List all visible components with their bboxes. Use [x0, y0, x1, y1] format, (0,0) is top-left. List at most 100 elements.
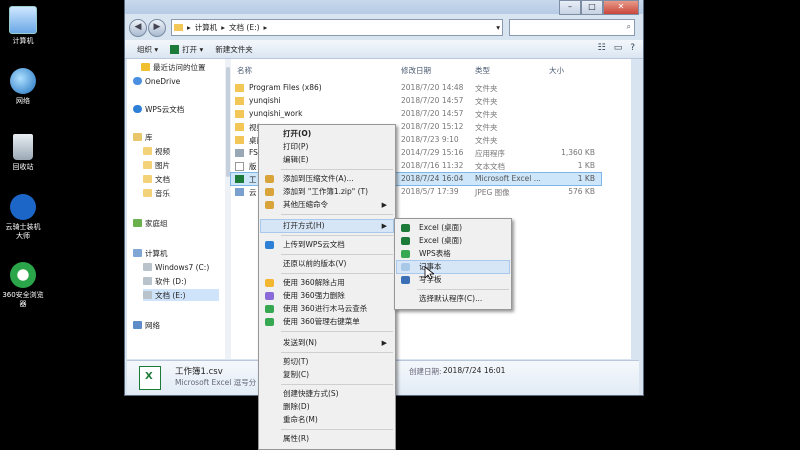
menu-item-label: Excel (桌面) — [419, 223, 463, 232]
address-row: ◀ ▶ ▸ 计算机 ▸ 文档 (E:) ▸ ▾ ⌕ — [125, 16, 643, 38]
zip-icon — [265, 175, 274, 183]
organize-button[interactable]: 组织 ▾ — [137, 44, 158, 55]
file-type: 文件夹 — [475, 97, 498, 106]
breadcrumb-separator: ▸ — [263, 23, 268, 32]
open-with-wps-sheet[interactable]: WPS表格 — [397, 248, 509, 260]
nav-item-network[interactable]: 网络 — [133, 319, 160, 331]
file-type: 文件夹 — [475, 110, 498, 119]
wordpad-icon — [401, 276, 410, 284]
close-button[interactable]: ✕ — [603, 0, 639, 15]
menu-item-label: 使用 360管理右键菜单 — [283, 317, 360, 326]
column-header-size[interactable]: 大小 — [549, 65, 564, 77]
preview-pane-icon[interactable]: ▭ — [614, 43, 623, 53]
scroll-thumb[interactable] — [226, 67, 230, 177]
menu-item-add-to-archive[interactable]: 添加到压缩文件(A)... — [261, 173, 393, 185]
menu-item-other-compress[interactable]: 其他压缩命令 ▶ — [261, 199, 393, 211]
menu-item-upload-wps[interactable]: 上传到WPS云文档 — [261, 239, 393, 251]
file-modified: 2018/7/24 16:04 — [401, 174, 464, 183]
menu-item-open[interactable]: 打开(O) — [261, 128, 393, 140]
nav-item-music[interactable]: 音乐 — [143, 187, 170, 199]
nav-item-drive-d[interactable]: 软件 (D:) — [143, 275, 187, 287]
nav-item-videos[interactable]: 视频 — [143, 145, 170, 157]
menu-separator — [281, 384, 393, 385]
menu-item-add-to-zip[interactable]: 添加到 "工作簿1.zip" (T) — [261, 186, 393, 198]
file-type: 文件夹 — [475, 136, 498, 145]
chevron-down-icon[interactable]: ▾ — [496, 23, 500, 32]
column-header-type[interactable]: 类型 — [475, 65, 490, 77]
file-type: JPEG 图像 — [475, 188, 510, 197]
new-folder-button[interactable]: 新建文件夹 — [215, 44, 253, 55]
menu-item-label: Excel (桌面) — [419, 236, 463, 245]
open-with-excel-2[interactable]: Excel (桌面) — [397, 235, 509, 247]
menu-item-360-manage-menu[interactable]: 使用 360管理右键菜单 — [261, 316, 393, 328]
open-with-excel-1[interactable]: Excel (桌面) — [397, 222, 509, 234]
help-icon[interactable]: ? — [630, 43, 635, 53]
nav-item-onedrive[interactable]: OneDrive — [133, 75, 180, 87]
folder-icon — [235, 123, 244, 131]
image-file-icon — [235, 188, 244, 196]
nav-item-label: 最近访问的位置 — [153, 62, 206, 72]
breadcrumb-drive-e[interactable]: 文档 (E:) — [229, 22, 260, 33]
breadcrumb-computer[interactable]: 计算机 — [195, 22, 218, 33]
nav-item-computer[interactable]: 计算机 — [133, 247, 168, 259]
nav-item-libraries[interactable]: 库 — [133, 131, 153, 143]
open-with-notepad[interactable]: 记事本 — [396, 260, 510, 274]
menu-item-360-delete[interactable]: 使用 360强力删除 — [261, 290, 393, 302]
title-bar[interactable]: – □ ✕ — [125, 0, 643, 15]
nav-item-homegroup[interactable]: 家庭组 — [133, 217, 168, 229]
column-header-name[interactable]: 名称 — [237, 65, 252, 77]
nav-item-drive-c[interactable]: Windows7 (C:) — [143, 261, 209, 273]
nav-item-pictures[interactable]: 图片 — [143, 159, 170, 171]
menu-item-360-scan[interactable]: 使用 360进行木马云查杀 — [261, 303, 393, 315]
excel-file-icon — [235, 175, 244, 183]
menu-item-send-to[interactable]: 发送到(N) ▶ — [261, 337, 393, 349]
open-with-wordpad[interactable]: 写字板 — [397, 274, 509, 286]
submenu-arrow-icon: ▶ — [381, 222, 387, 230]
excel-file-icon — [139, 366, 161, 390]
menu-item-edit[interactable]: 编辑(E) — [261, 154, 393, 166]
wps-icon — [265, 241, 274, 249]
back-button[interactable]: ◀ — [129, 19, 147, 37]
file-row[interactable]: yunqishi_work 2018/7/20 14:57 文件夹 — [231, 108, 601, 120]
file-row[interactable]: Program Files (x86) 2018/7/20 14:48 文件夹 — [231, 82, 601, 94]
menu-item-rename[interactable]: 重命名(M) — [261, 414, 393, 426]
desktop-icon-yunqishi[interactable]: 云骑士装机大师 — [0, 194, 46, 241]
nav-item-documents[interactable]: 文档 — [143, 173, 170, 185]
desktop-icon-recycle-bin[interactable]: 回收站 — [0, 134, 46, 172]
menu-item-delete[interactable]: 删除(D) — [261, 401, 393, 413]
menu-item-label: 使用 360解除占用 — [283, 278, 345, 287]
menu-item-360-unlock[interactable]: 使用 360解除占用 — [261, 277, 393, 289]
nav-item-label: 文档 (E:) — [155, 290, 186, 300]
desktop-icon-label: 360安全浏览器 — [2, 291, 44, 308]
search-input[interactable]: ⌕ — [509, 19, 635, 36]
application-icon — [235, 149, 244, 157]
open-with-choose-default[interactable]: 选择默认程序(C)... — [397, 293, 509, 305]
desktop-icon-network[interactable]: 网络 — [0, 68, 46, 106]
menu-item-label: 添加到压缩文件(A)... — [283, 174, 354, 183]
desktop-icon-computer[interactable]: 计算机 — [0, 6, 46, 46]
nav-item-recent-places[interactable]: 最近访问的位置 — [141, 61, 206, 73]
menu-item-create-shortcut[interactable]: 创建快捷方式(S) — [261, 388, 393, 400]
menu-item-print[interactable]: 打印(P) — [261, 141, 393, 153]
nav-item-wps-cloud[interactable]: WPS云文档 — [133, 103, 184, 115]
minimize-button[interactable]: – — [559, 0, 581, 15]
file-modified: 2018/5/7 17:39 — [401, 187, 459, 196]
computer-icon — [9, 6, 37, 34]
file-size: 1 KB — [577, 161, 595, 170]
menu-item-open-with[interactable]: 打开方式(H) ▶ — [260, 219, 394, 233]
menu-item-copy[interactable]: 复制(C) — [261, 369, 393, 381]
view-options-icon[interactable]: ☷ — [598, 43, 606, 53]
forward-button[interactable]: ▶ — [148, 19, 166, 37]
open-button[interactable]: 打开 ▾ — [170, 44, 203, 55]
menu-item-properties[interactable]: 属性(R) — [261, 433, 393, 445]
menu-item-cut[interactable]: 剪切(T) — [261, 356, 393, 368]
nav-item-drive-e[interactable]: 文档 (E:) — [143, 289, 219, 301]
address-bar[interactable]: ▸ 计算机 ▸ 文档 (E:) ▸ ▾ — [171, 19, 503, 36]
column-header-modified[interactable]: 修改日期 — [401, 65, 431, 77]
maximize-button[interactable]: □ — [581, 0, 603, 15]
desktop-icon-360-browser[interactable]: 360安全浏览器 — [0, 262, 46, 309]
menu-item-label: 其他压缩命令 — [283, 200, 328, 209]
file-row[interactable]: yunqishi 2018/7/20 14:57 文件夹 — [231, 95, 601, 107]
menu-item-restore-versions[interactable]: 还原以前的版本(V) — [261, 258, 393, 270]
file-name: Program Files (x86) — [249, 83, 322, 92]
